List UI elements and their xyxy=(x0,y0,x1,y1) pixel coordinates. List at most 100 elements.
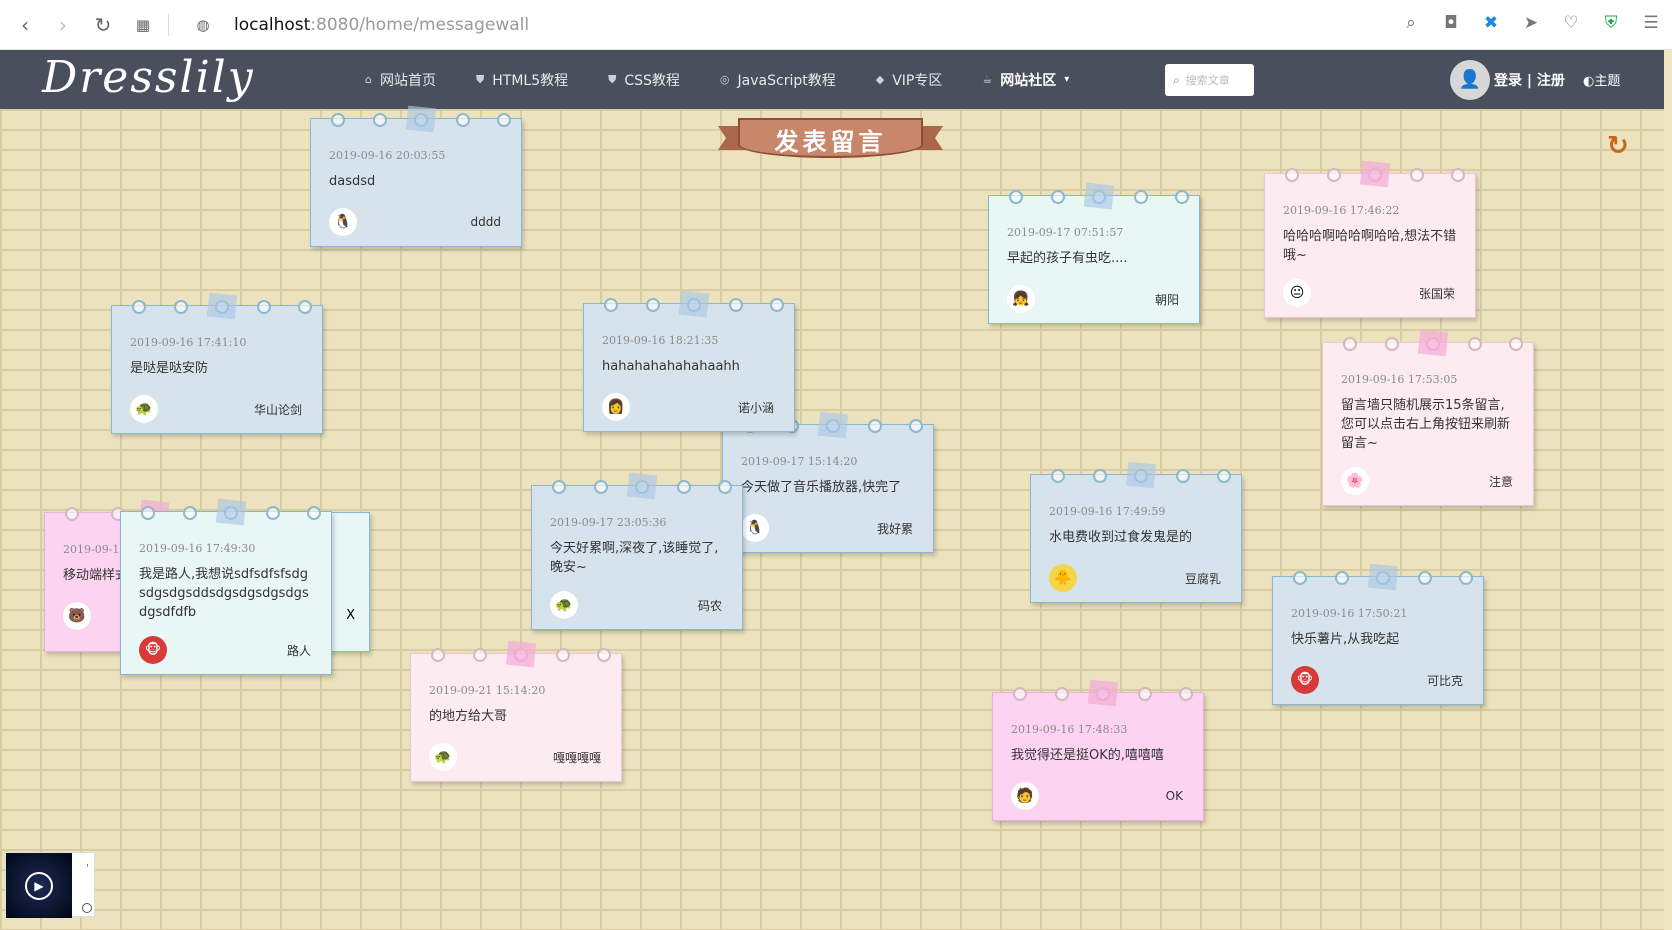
note-message: 今天做了音乐播放器,快完了 xyxy=(741,480,902,495)
reload-icon[interactable]: ↻ xyxy=(90,12,116,38)
note-author: 嘎嘎嘎嘎 xyxy=(552,750,601,765)
nav-label: VIP专区 xyxy=(892,72,943,89)
note-card[interactable]: 2019-09-16 20:03:55 dasdsd 🐧 dddd xyxy=(310,105,522,247)
note-author: 可比克 xyxy=(1426,673,1463,688)
note-message: 是哒是哒安防 xyxy=(130,361,209,376)
nav-label: 网站社区 xyxy=(1000,72,1057,89)
note-footer: 🐢 嘎嘎嘎嘎 xyxy=(429,743,603,771)
back-icon[interactable]: ‹ xyxy=(12,12,38,38)
note-tape xyxy=(505,640,537,668)
note-card[interactable]: 2019-09-16 17:48:33 我觉得还是挺OK的,嘻嘻嘻 🧑 OK xyxy=(992,679,1204,821)
nav-html5[interactable]: ⛊ HTML5教程 xyxy=(476,70,568,90)
site-logo[interactable]: Dresslily xyxy=(42,52,255,103)
search-input[interactable]: ⌕ 搜索文章 xyxy=(1165,64,1254,96)
globe-icon: ◍ xyxy=(196,16,210,34)
url-path: :8080/home/messagewall xyxy=(310,15,530,35)
note-date: 2019-09-21 15:14:20 xyxy=(429,684,546,697)
post-message-ribbon[interactable]: 发表留言 xyxy=(718,112,943,168)
avatar: 👧 xyxy=(1007,285,1035,313)
search-icon[interactable]: ⌕ xyxy=(1400,12,1422,34)
separator xyxy=(168,14,169,36)
player-indicator: ' xyxy=(86,863,89,874)
shield-icon[interactable]: ⛨ xyxy=(1600,12,1622,34)
theme-button[interactable]: ◐主题 xyxy=(1583,70,1620,89)
note-author: X xyxy=(346,608,355,623)
nav-css[interactable]: ⛊ CSS教程 xyxy=(608,70,680,90)
music-player[interactable]: ▶ ' xyxy=(5,852,95,918)
note-date: 2019-09-17 07:51:57 xyxy=(1007,226,1124,239)
note-date: 2019-09-17 23:05:36 xyxy=(550,516,667,529)
player-toggle[interactable] xyxy=(82,903,92,913)
login-register-link[interactable]: 登录 | 注册 xyxy=(1494,70,1565,90)
note-card[interactable]: 2019-09-16 17:50:21 快乐薯片,从我吃起 🐵 可比克 xyxy=(1272,563,1484,705)
note-footer: 🐥 豆腐乳 xyxy=(1049,564,1223,592)
site-header: Dresslily ⌂ 网站首页 ⛊ HTML5教程 ⛊ CSS教程 ◎ JavaScr… xyxy=(0,50,1664,109)
note-card[interactable]: 2019-09-16 17:49:59 水电费收到过食发鬼是的 🐥 豆腐乳 xyxy=(1030,461,1242,603)
note-footer: 😐 张国荣 xyxy=(1283,279,1457,307)
note-tape xyxy=(817,411,849,439)
send-icon[interactable]: ➤ xyxy=(1520,12,1542,34)
nav-home[interactable]: ⌂ 网站首页 xyxy=(365,70,436,90)
refresh-icon[interactable]: ↻ xyxy=(1607,132,1635,160)
extension-icon[interactable]: ✖ xyxy=(1480,12,1502,34)
avatar: 🐧 xyxy=(741,514,769,542)
js-icon: ◎ xyxy=(719,73,730,86)
note-message: dasdsd xyxy=(329,174,376,189)
post-message-title: 发表留言 xyxy=(774,128,887,156)
note-date: 2019-09-16 17:46:22 xyxy=(1283,204,1400,217)
note-card[interactable]: 2019-09-16 17:53:05 留言墙只随机展示15条留言,您可以点击右… xyxy=(1322,329,1534,506)
avatar: 🐵 xyxy=(139,636,167,664)
note-tape xyxy=(206,292,238,320)
camera-icon[interactable]: ◘ xyxy=(1440,12,1462,34)
note-author: 华山论剑 xyxy=(253,402,302,417)
search-placeholder: 搜索文章 xyxy=(1185,74,1230,87)
note-date: 2019-09-16 17:50:21 xyxy=(1291,607,1408,620)
note-card[interactable]: 2019-09-16 17:46:22 哈哈哈啊哈哈啊哈哈,想法不错哦~ 😐 张国… xyxy=(1264,160,1476,318)
note-tape xyxy=(678,290,710,318)
avatar: 🐢 xyxy=(130,395,158,423)
note-author: 张国荣 xyxy=(1418,286,1455,301)
apps-grid-icon[interactable]: ▦ xyxy=(130,12,156,38)
nav-vip[interactable]: ◆ VIP专区 xyxy=(876,70,943,90)
note-footer: 🐵 路人 xyxy=(139,636,313,664)
nav-label: 网站首页 xyxy=(379,72,436,89)
note-message: 我是路人,我想说sdfsdfsfsdgsdgsdgsddsdgsdgsdgsdg… xyxy=(139,567,309,620)
note-card[interactable]: 2019-09-16 17:41:10 是哒是哒安防 🐢 华山论剑 xyxy=(111,292,323,434)
note-message: 快乐薯片,从我吃起 xyxy=(1291,632,1400,647)
note-tape xyxy=(626,472,658,500)
note-card[interactable]: 2019-09-17 23:05:36 今天好累啊,深夜了,该睡觉了,晚安~ 🐢… xyxy=(531,472,743,630)
play-icon[interactable]: ▶ xyxy=(25,872,53,900)
note-tape xyxy=(215,498,247,526)
note-author: 诺小涵 xyxy=(737,400,774,415)
note-author: 朝阳 xyxy=(1154,292,1179,307)
menu-icon[interactable]: ☰ xyxy=(1640,12,1662,34)
nav-label: HTML5教程 xyxy=(492,72,569,89)
theme-label: 主题 xyxy=(1594,74,1621,89)
note-card[interactable]: 2019-09-16 18:21:35 hahahahahahahaahh 👩 诺… xyxy=(583,290,795,432)
note-footer: 🐧 我好累 xyxy=(741,514,915,542)
search-icon: ⌕ xyxy=(1173,72,1180,87)
note-tape xyxy=(1417,329,1449,357)
forward-icon[interactable]: › xyxy=(50,12,76,38)
note-card[interactable]: 2019-09-21 15:14:20 的地方给大哥 🐢 嘎嘎嘎嘎 xyxy=(410,640,622,782)
avatar: 🐧 xyxy=(329,208,357,236)
note-card[interactable]: 2019-09-17 07:51:57 早起的孩子有虫吃.... 👧 朝阳 xyxy=(988,182,1200,324)
home-icon: ⌂ xyxy=(365,73,372,86)
note-card[interactable]: 2019-09-16 17:49:30 我是路人,我想说sdfsdfsfsdgs… xyxy=(120,498,332,675)
main-nav: ⌂ 网站首页 ⛊ HTML5教程 ⛊ CSS教程 ◎ JavaScript教程 ◆ VIP… xyxy=(365,50,1069,109)
note-tape xyxy=(1083,182,1115,210)
nav-javascript[interactable]: ◎ JavaScript教程 xyxy=(720,70,836,90)
browser-chrome: ‹ › ↻ ▦ ◍ localhost:8080/home/messagewal… xyxy=(0,0,1672,50)
address-bar[interactable]: localhost:8080/home/messagewall xyxy=(234,12,529,38)
heart-icon[interactable]: ♡ xyxy=(1560,12,1582,34)
nav-community[interactable]: ☕ 网站社区 ▾ xyxy=(982,70,1069,90)
avatar: 🐵 xyxy=(1291,666,1319,694)
user-avatar[interactable]: 👤 xyxy=(1450,60,1490,100)
url-host: localhost xyxy=(234,15,311,35)
note-date: 2019-09-16 17:49:59 xyxy=(1049,505,1166,518)
note-card[interactable]: 2019-09-17 15:14:20 今天做了音乐播放器,快完了 🐧 我好累 xyxy=(722,411,934,553)
nav-label: JavaScript教程 xyxy=(737,72,836,89)
avatar: 🌸 xyxy=(1341,467,1369,495)
avatar: 🐥 xyxy=(1049,564,1077,592)
note-footer: 🌸 注意 xyxy=(1341,467,1515,495)
